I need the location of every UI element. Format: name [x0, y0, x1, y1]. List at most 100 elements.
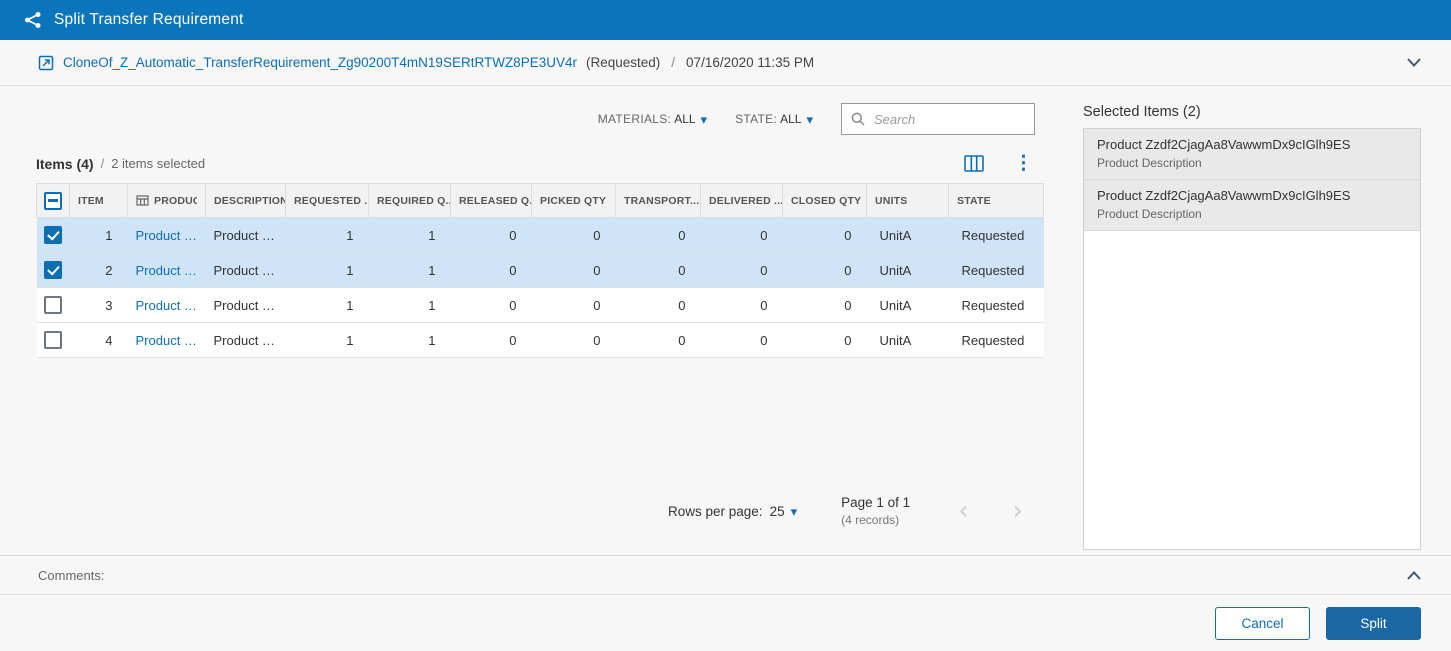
cell-closed-qty: 0	[783, 253, 867, 288]
table-row[interactable]: 1 Product Zzdf2CjagAa8VawwmDx9cIGlh9ES P…	[37, 218, 1044, 253]
col-header-description[interactable]: DESCRIPTION	[206, 184, 286, 218]
materials-filter-value: ALL	[674, 112, 695, 126]
previous-page-chevron-icon[interactable]: ‹	[954, 498, 972, 524]
row-checkbox[interactable]	[44, 261, 62, 279]
col-header-units[interactable]: UNITS	[867, 184, 949, 218]
footer-actions: Cancel Split	[0, 595, 1451, 651]
col-header-delivered[interactable]: DELIVERED ...	[701, 184, 783, 218]
cell-closed-qty: 0	[783, 218, 867, 253]
rows-per-page-select[interactable]: 25 ▾	[770, 504, 798, 519]
col-header-requested[interactable]: REQUESTED ...	[286, 184, 369, 218]
filter-row: MATERIALS: ALL ▾ STATE: ALL ▾	[36, 102, 1043, 136]
col-header-picked[interactable]: PICKED QTY	[532, 184, 616, 218]
transfer-requirement-icon	[38, 55, 54, 71]
row-checkbox[interactable]	[44, 331, 62, 349]
search-input[interactable]	[872, 111, 1025, 128]
state-filter-label: STATE:	[735, 112, 777, 126]
row-checkbox[interactable]	[44, 226, 62, 244]
cell-transport-qty: 0	[616, 323, 701, 358]
cell-units: UnitA	[867, 323, 949, 358]
comments-collapse-chevron-up-icon[interactable]	[1403, 567, 1425, 584]
cell-transport-qty: 0	[616, 253, 701, 288]
table-header-row: ITEM PRODUCT DESCRIPTIO	[37, 184, 1044, 218]
table-actions: ⋮	[962, 152, 1043, 175]
cell-delivered-qty: 0	[701, 288, 783, 323]
row-checkbox[interactable]	[44, 296, 62, 314]
materials-filter-label: MATERIALS:	[598, 112, 671, 126]
cell-state: Requested	[949, 288, 1044, 323]
cell-description: Product Description	[206, 218, 286, 253]
table-row[interactable]: 3 Product Zzdf2CjagAa8VawwmDx9cIGlh9ES P…	[37, 288, 1044, 323]
cell-state: Requested	[949, 323, 1044, 358]
cell-required-qty: 1	[369, 323, 451, 358]
table-row[interactable]: 2 Product Zzdf2CjagAa8VawwmDx9cIGlh9ES P…	[37, 253, 1044, 288]
page-info: Page 1 of 1 (4 records)	[841, 494, 910, 528]
main-content: MATERIALS: ALL ▾ STATE: ALL ▾	[0, 86, 1451, 555]
col-header-item[interactable]: ITEM	[70, 184, 128, 218]
header-collapse-chevron-down-icon[interactable]	[1403, 54, 1425, 71]
product-link[interactable]: Product Zzdf2CjagAa8VawwmDx9cIGlh9ES	[136, 228, 198, 243]
selected-items-section: Selected Items (2) Product Zzdf2CjagAa8V…	[1083, 102, 1421, 555]
cell-delivered-qty: 0	[701, 253, 783, 288]
cell-item: 1	[70, 218, 128, 253]
cell-requested-qty: 1	[286, 288, 369, 323]
page-label: Page 1 of 1	[841, 494, 910, 512]
next-page-chevron-icon[interactable]: ›	[1009, 498, 1027, 524]
selected-item-description: Product Description	[1097, 156, 1407, 170]
more-options-kebab-icon[interactable]: ⋮	[1012, 152, 1035, 175]
col-header-closed[interactable]: CLOSED QTY	[783, 184, 867, 218]
cell-units: UnitA	[867, 218, 949, 253]
product-hierarchy-icon	[136, 195, 149, 206]
select-all-checkbox[interactable]	[44, 192, 62, 210]
col-header-released[interactable]: RELEASED Q...	[451, 184, 532, 218]
selected-count-label: 2 items selected	[111, 156, 205, 171]
cell-state: Requested	[949, 218, 1044, 253]
materials-filter[interactable]: MATERIALS: ALL ▾	[598, 112, 707, 126]
product-link[interactable]: Product Zzdf2CjagAa8VawwmDx9cIGlh9ES	[136, 298, 198, 313]
cell-picked-qty: 0	[532, 218, 616, 253]
cell-released-qty: 0	[451, 323, 532, 358]
cell-delivered-qty: 0	[701, 323, 783, 358]
cell-item: 2	[70, 253, 128, 288]
breadcrumb-separator: /	[671, 55, 675, 70]
cell-transport-qty: 0	[616, 218, 701, 253]
comments-section[interactable]: Comments:	[0, 555, 1451, 595]
cell-requested-qty: 1	[286, 253, 369, 288]
cell-required-qty: 1	[369, 218, 451, 253]
items-separator: /	[101, 156, 105, 171]
selected-items-panel[interactable]: Product Zzdf2CjagAa8VawwmDx9cIGlh9ES Pro…	[1083, 128, 1421, 550]
col-header-product[interactable]: PRODUCT	[128, 184, 206, 218]
col-header-required[interactable]: REQUIRED Q...	[369, 184, 451, 218]
cell-description: Product Description	[206, 323, 286, 358]
state-filter[interactable]: STATE: ALL ▾	[735, 112, 813, 126]
col-header-state[interactable]: STATE	[949, 184, 1044, 218]
selected-items-title: Selected Items (2)	[1083, 104, 1421, 120]
table-row[interactable]: 4 Product Zzdf2CjagAa8VawwmDx9cIGlh9ES P…	[37, 323, 1044, 358]
col-header-transport[interactable]: TRANSPORT...	[616, 184, 701, 218]
column-settings-icon[interactable]	[962, 153, 986, 174]
cell-item: 4	[70, 323, 128, 358]
search-box	[841, 103, 1035, 135]
cell-released-qty: 0	[451, 218, 532, 253]
page-title: Split Transfer Requirement	[54, 11, 244, 29]
split-transfer-requirement-dialog: Split Transfer Requirement CloneOf_Z_Aut…	[0, 0, 1451, 651]
items-count-label: Items (4)	[36, 156, 94, 172]
selected-item-description: Product Description	[1097, 207, 1407, 221]
cell-transport-qty: 0	[616, 288, 701, 323]
cell-picked-qty: 0	[532, 323, 616, 358]
rows-per-page-label: Rows per page:	[668, 504, 763, 519]
cell-item: 3	[70, 288, 128, 323]
transfer-requirement-link[interactable]: CloneOf_Z_Automatic_TransferRequirement_…	[63, 55, 577, 70]
cell-product: Product Zzdf2CjagAa8VawwmDx9cIGlh9ES	[128, 323, 206, 358]
cancel-button[interactable]: Cancel	[1215, 607, 1310, 640]
product-link[interactable]: Product Zzdf2CjagAa8VawwmDx9cIGlh9ES	[136, 263, 198, 278]
records-label: (4 records)	[841, 512, 910, 528]
split-button[interactable]: Split	[1326, 607, 1421, 640]
pagination: Rows per page: 25 ▾ Page 1 of 1 (4 recor…	[36, 494, 1043, 528]
cell-requested-qty: 1	[286, 218, 369, 253]
cell-requested-qty: 1	[286, 323, 369, 358]
product-link[interactable]: Product Zzdf2CjagAa8VawwmDx9cIGlh9ES	[136, 333, 198, 348]
cell-required-qty: 1	[369, 253, 451, 288]
cell-units: UnitA	[867, 253, 949, 288]
caret-down-icon: ▾	[806, 113, 813, 126]
